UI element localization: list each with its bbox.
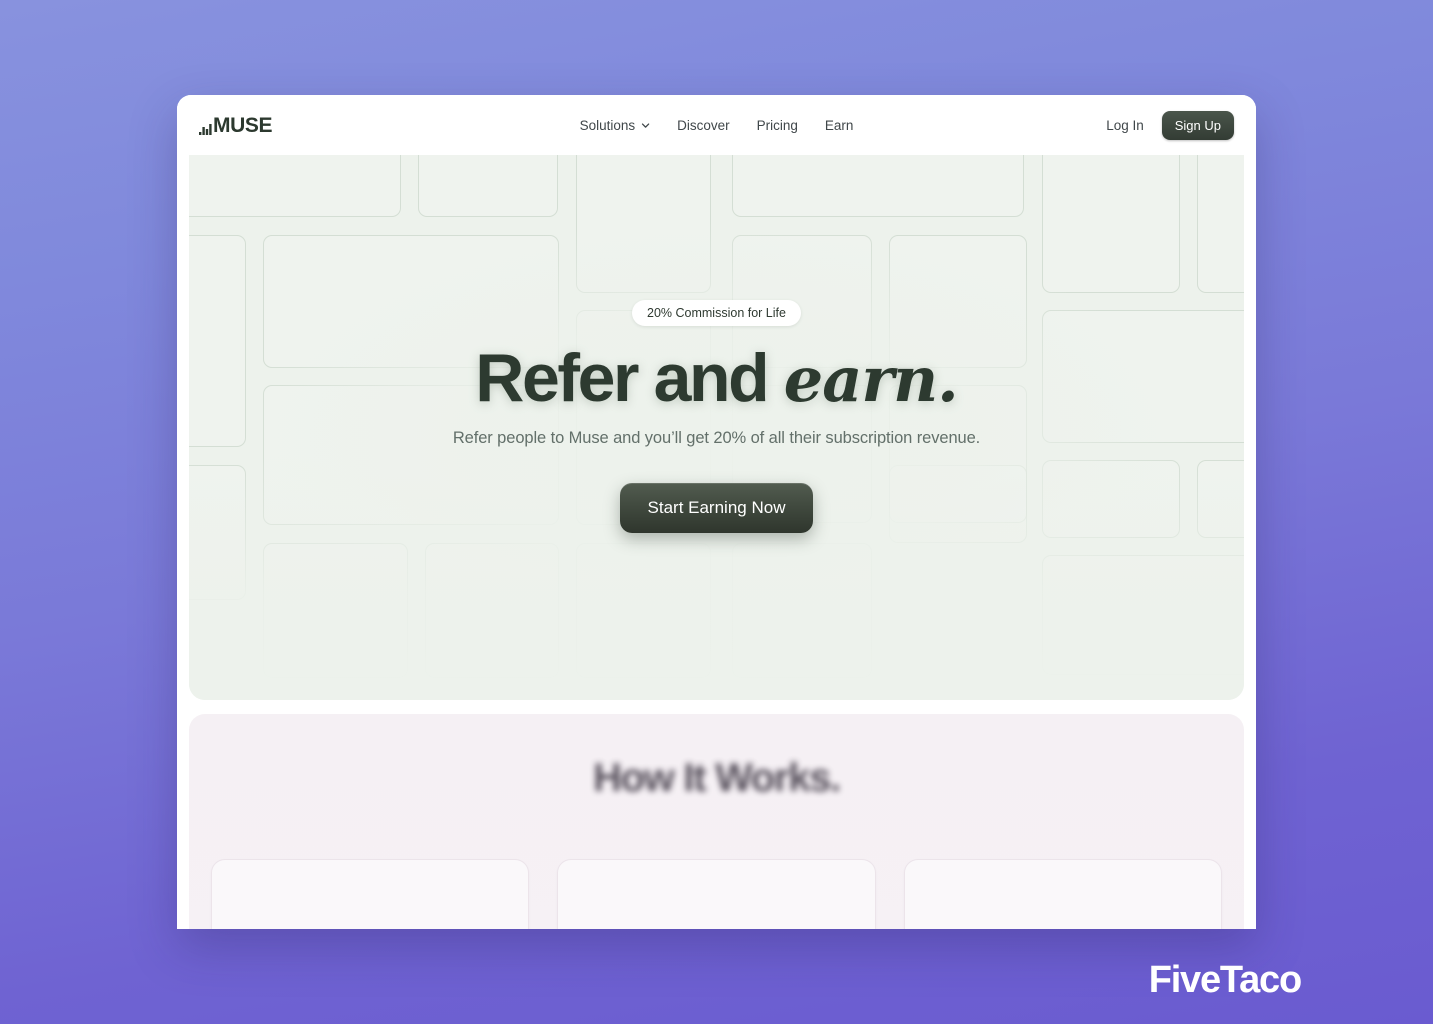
how-it-works-title: How It Works. [593,756,841,800]
fivetaco-watermark: FiveTaco [1148,959,1303,1001]
hero-content: 20% Commission for Life Refer and earn. … [189,300,1244,534]
hero-headline: Refer and earn. [475,343,959,416]
login-link[interactable]: Log In [1106,118,1144,133]
nav-item-earn[interactable]: Earn [825,118,854,133]
hero-subheadline: Refer people to Muse and you’ll get 20% … [452,429,981,448]
chevron-down-icon [641,122,650,128]
how-it-works-section: How It Works. [189,714,1244,929]
grid-cell [732,155,1024,217]
grid-cell [732,543,872,678]
hero-headline-plain: Refer and [475,340,784,416]
grid-cell [425,543,559,678]
how-it-works-card-2[interactable] [557,859,876,929]
hero-section: 20% Commission for Life Refer and earn. … [189,155,1244,700]
grid-cell [1042,555,1244,675]
nav-item-pricing-label: Pricing [756,117,798,133]
hero-headline-script: earn. [783,343,959,416]
nav-item-solutions[interactable]: Solutions [580,118,651,133]
grid-cell [576,155,711,293]
bar-chart-mark-icon [199,123,212,135]
logo[interactable]: MUSE [199,115,272,136]
nav-item-earn-label: Earn [824,117,854,133]
grid-cell [1197,155,1244,293]
navbar-actions: Log In Sign Up [1106,110,1234,140]
nav-item-discover-label: Discover [677,117,730,133]
how-it-works-cards [211,859,1222,929]
nav-item-discover[interactable]: Discover [677,118,730,133]
signup-button[interactable]: Sign Up [1161,110,1234,140]
grid-cell [1042,155,1180,293]
grid-cell [576,543,711,678]
grid-cell [418,155,558,217]
grid-cell [263,543,408,678]
start-earning-button[interactable]: Start Earning Now [619,483,814,534]
primary-nav: Solutions Discover Pricing Earn [580,118,854,133]
site-navbar: MUSE Solutions Discover Pricing Earn Log… [177,95,1256,155]
how-it-works-card-3[interactable] [903,859,1222,929]
commission-badge: 20% Commission for Life [632,300,801,326]
grid-cell [189,155,401,217]
nav-item-pricing[interactable]: Pricing [757,118,798,133]
how-it-works-card-1[interactable] [211,859,530,929]
nav-item-solutions-label: Solutions [579,117,636,133]
logo-text: MUSE [213,113,273,137]
browser-window: MUSE Solutions Discover Pricing Earn Log… [177,95,1256,929]
